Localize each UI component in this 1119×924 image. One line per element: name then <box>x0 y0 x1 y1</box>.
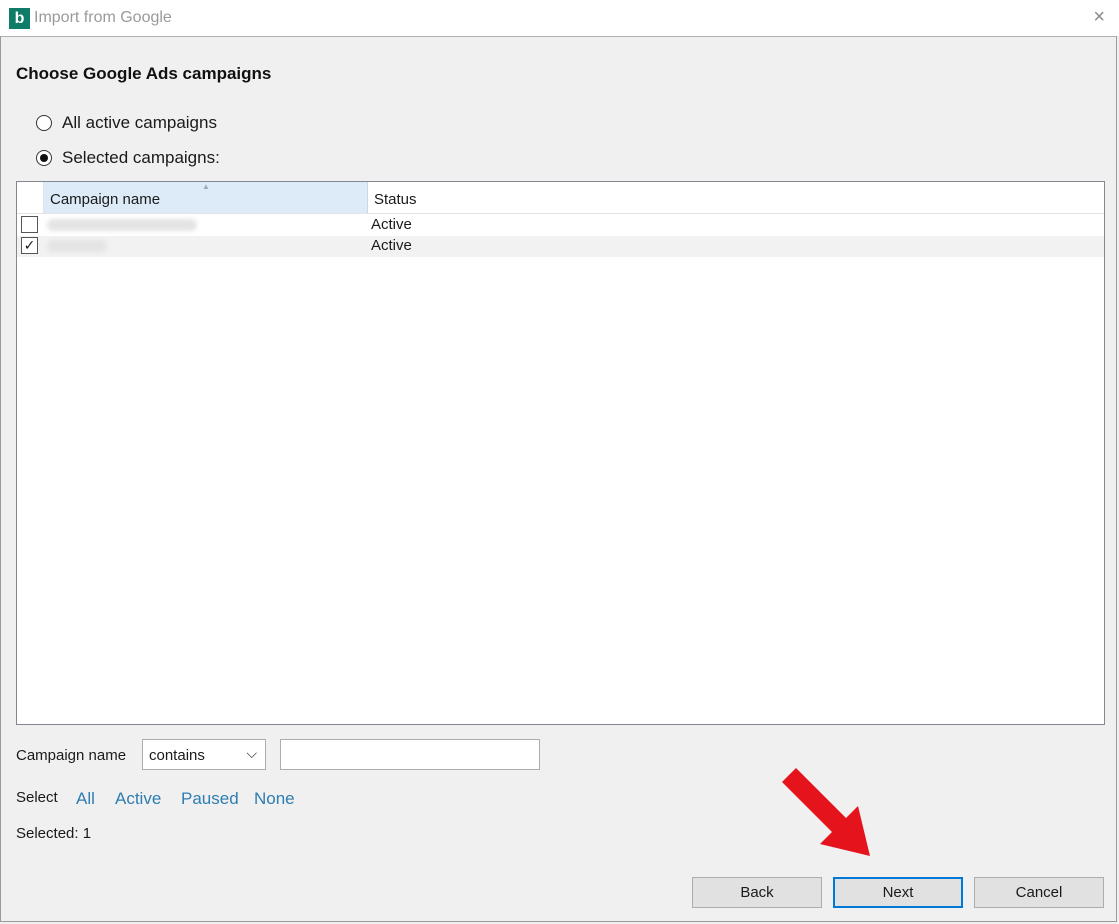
column-header-status[interactable]: Status <box>368 182 1104 213</box>
redacted-campaign-name <box>47 219 197 231</box>
select-none-link[interactable]: None <box>254 789 295 809</box>
select-all-link[interactable]: All <box>76 789 95 809</box>
chevron-down-icon: ⌵ <box>246 745 257 761</box>
row-checkbox[interactable] <box>21 216 38 233</box>
column-label: Status <box>374 191 417 208</box>
table-row[interactable]: Active <box>17 215 1104 236</box>
select-value: contains <box>149 747 205 764</box>
radio-button[interactable] <box>36 115 52 131</box>
page-heading: Choose Google Ads campaigns <box>16 64 272 83</box>
filter-operator-select[interactable]: contains ⌵ <box>142 739 266 770</box>
header-check-cell <box>17 182 44 213</box>
select-paused-link[interactable]: Paused <box>181 789 239 809</box>
next-button[interactable]: Next <box>833 877 963 908</box>
selected-count: Selected: 1 <box>16 825 92 842</box>
column-label: Campaign name <box>50 191 161 208</box>
row-checkbox[interactable]: ✓ <box>21 237 38 254</box>
radio-label: All active campaigns <box>62 113 217 132</box>
filter-text-input[interactable] <box>280 739 540 770</box>
back-button[interactable]: Back <box>692 877 822 908</box>
check-icon: ✓ <box>23 237 36 253</box>
status-cell: Active <box>371 237 412 254</box>
campaign-table: ▲ Campaign name Status Active ✓ Active <box>16 181 1105 725</box>
window-title: Import from Google <box>34 9 172 26</box>
title-bar: b Import from Google × <box>0 0 1119 36</box>
radio-button[interactable] <box>36 150 52 166</box>
radio-all-active[interactable]: All active campaigns <box>36 113 217 133</box>
table-row[interactable]: ✓ Active <box>17 236 1104 257</box>
select-active-link[interactable]: Active <box>115 789 161 809</box>
status-cell: Active <box>371 216 412 233</box>
radio-selected[interactable]: Selected campaigns: <box>36 148 220 168</box>
column-header-campaign-name[interactable]: ▲ Campaign name <box>44 182 368 213</box>
annotation-arrow-icon <box>782 768 870 856</box>
table-header: ▲ Campaign name Status <box>17 182 1104 214</box>
redacted-campaign-name <box>47 240 107 252</box>
close-icon[interactable]: × <box>1093 6 1105 29</box>
bing-logo-icon: b <box>9 8 30 29</box>
sort-ascending-icon: ▲ <box>202 182 210 191</box>
radio-label: Selected campaigns: <box>62 148 220 167</box>
filter-label: Campaign name <box>16 747 127 764</box>
cancel-button[interactable]: Cancel <box>974 877 1104 908</box>
select-label: Select <box>16 789 58 806</box>
